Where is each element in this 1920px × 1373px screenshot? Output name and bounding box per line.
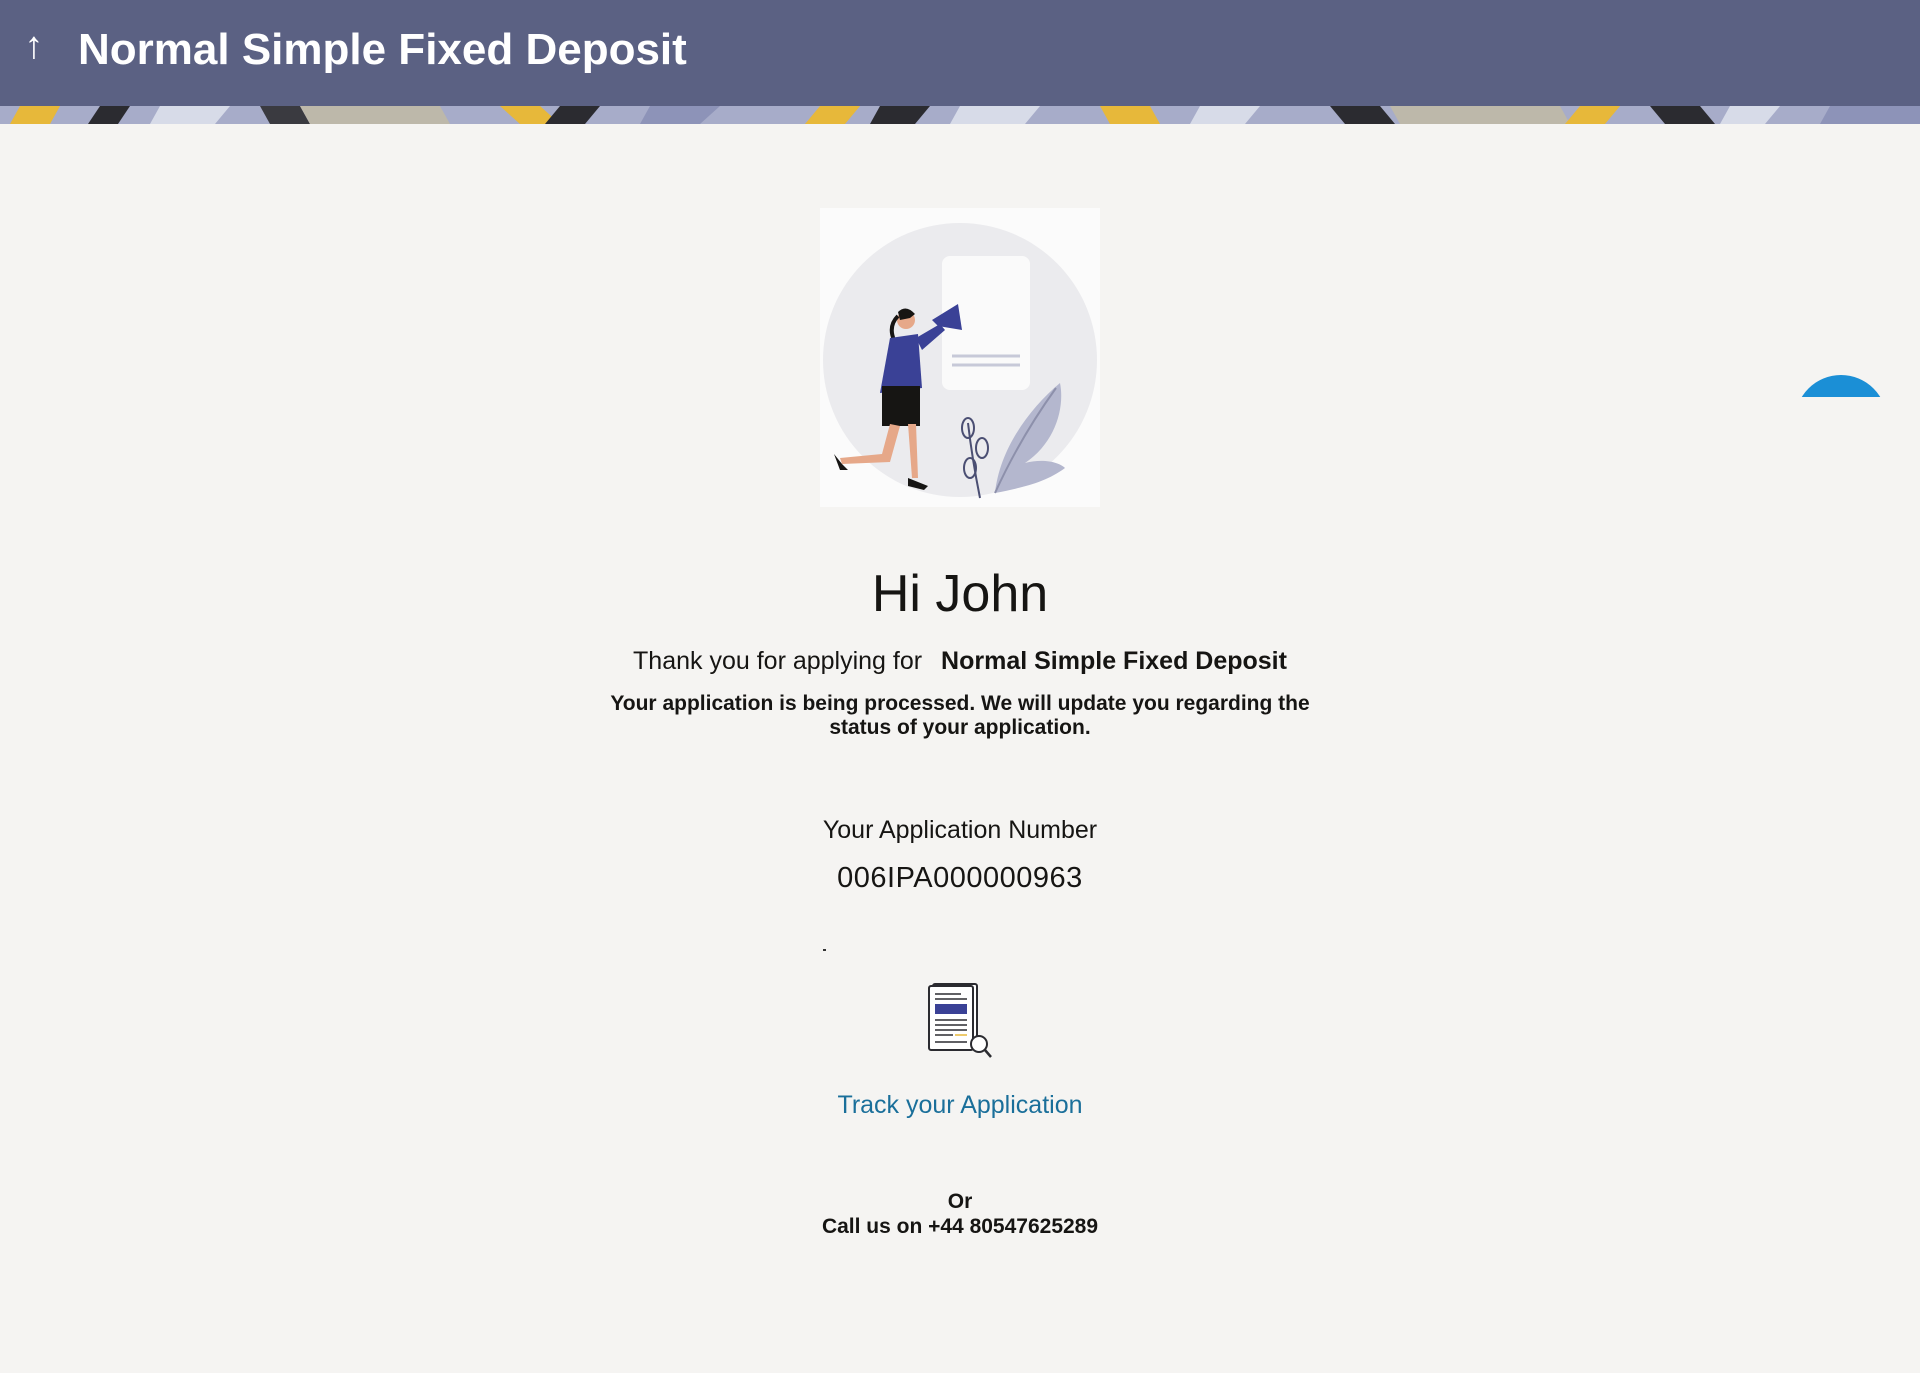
application-number: 006IPA000000963 [837, 862, 1083, 894]
thanks-row: Thank you for applying for Normal Simple… [0, 644, 1920, 678]
up-arrow-icon[interactable]: ↑ [18, 24, 50, 68]
page-title: Normal Simple Fixed Deposit [78, 25, 687, 74]
fab-circle [1795, 375, 1887, 397]
track-application-link[interactable]: Track your Application [0, 1088, 1920, 1122]
thanks-prefix: Thank you for applying for [633, 647, 923, 675]
call-us-text: Call us on +44 80547625289 [821, 1215, 1099, 1238]
processing-message: Your application is being processed. We … [610, 692, 1310, 739]
announcement-illustration [820, 208, 1100, 507]
help-fab-button[interactable] [1795, 375, 1887, 397]
greeting-heading: Hi John [871, 565, 1049, 623]
header-pattern [0, 106, 1920, 124]
application-number-label: Your Application Number [822, 816, 1098, 844]
document-search-icon[interactable] [925, 980, 995, 1060]
app-header: ↑ Normal Simple Fixed Deposit [0, 0, 1920, 106]
header-decorative-band [0, 106, 1920, 124]
divider-mark [823, 949, 826, 951]
product-name: Normal Simple Fixed Deposit [941, 647, 1287, 675]
or-separator: Or [947, 1190, 973, 1213]
